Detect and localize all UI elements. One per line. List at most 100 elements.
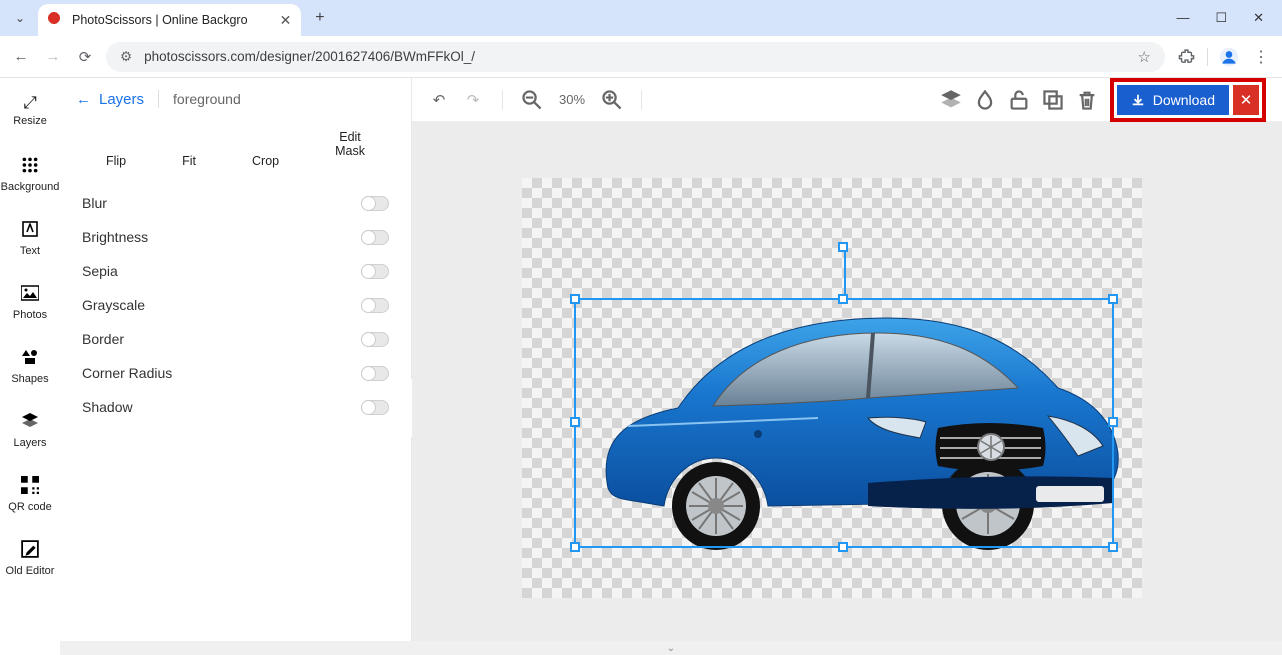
adjust-label: Corner Radius bbox=[82, 365, 172, 381]
browser-tab[interactable]: PhotoScissors | Online Backgro ✕ bbox=[38, 4, 301, 36]
rotate-handle[interactable] bbox=[838, 242, 848, 252]
selection-box[interactable] bbox=[574, 298, 1114, 548]
duplicate-icon[interactable] bbox=[1042, 89, 1064, 111]
resize-handle-bm[interactable] bbox=[838, 542, 848, 552]
edit-icon bbox=[21, 540, 39, 561]
tool-label: Fit bbox=[182, 154, 196, 168]
text-icon bbox=[21, 220, 39, 241]
tool-flip[interactable]: Flip bbox=[106, 130, 126, 168]
resize-handle-br[interactable] bbox=[1108, 542, 1118, 552]
tool-fit[interactable]: Fit bbox=[182, 130, 196, 168]
tool-edit-mask[interactable]: Edit Mask bbox=[335, 130, 365, 168]
rail-qrcode[interactable]: QR code bbox=[0, 462, 60, 526]
toolbar-divider bbox=[1207, 48, 1208, 66]
rail-label: Shapes bbox=[11, 373, 48, 385]
tab-close-button[interactable]: ✕ bbox=[280, 12, 292, 29]
toolbar-divider bbox=[502, 90, 503, 110]
profile-button[interactable] bbox=[1218, 46, 1240, 68]
tool-label: Edit Mask bbox=[335, 130, 365, 159]
clear-button[interactable]: ✕ bbox=[1233, 85, 1259, 115]
layers-toggle-icon[interactable] bbox=[940, 89, 962, 111]
resize-handle-tl[interactable] bbox=[570, 294, 580, 304]
toolbar-divider bbox=[641, 90, 642, 110]
grid-icon bbox=[21, 156, 39, 177]
canvas-toolbar: ↶ ↷ 30% bbox=[412, 78, 1282, 122]
droplet-icon[interactable] bbox=[974, 89, 996, 111]
adjust-blur: Blur bbox=[60, 186, 411, 220]
zoom-in-button[interactable] bbox=[601, 89, 623, 111]
rail-shapes[interactable]: Shapes bbox=[0, 334, 60, 398]
toggle-blur[interactable] bbox=[361, 196, 389, 211]
download-button[interactable]: Download bbox=[1117, 85, 1229, 115]
adjust-label: Sepia bbox=[82, 263, 118, 279]
adjust-label: Grayscale bbox=[82, 297, 145, 313]
tool-crop[interactable]: Crop bbox=[252, 130, 279, 168]
window-minimize-button[interactable]: — bbox=[1176, 10, 1189, 26]
resize-handle-bl[interactable] bbox=[570, 542, 580, 552]
address-bar[interactable]: ⚙ photoscissors.com/designer/2001627406/… bbox=[106, 42, 1165, 72]
rail-old-editor[interactable]: Old Editor bbox=[0, 526, 60, 590]
undo-button[interactable]: ↶ bbox=[428, 89, 450, 111]
shapes-icon bbox=[21, 348, 39, 369]
adjust-grayscale: Grayscale bbox=[60, 288, 411, 322]
bookmark-star-icon[interactable]: ☆ bbox=[1138, 48, 1151, 66]
delete-icon[interactable] bbox=[1076, 89, 1098, 111]
canvas-area[interactable] bbox=[412, 122, 1282, 655]
adjust-border: Border bbox=[60, 322, 411, 356]
window-close-button[interactable]: ✕ bbox=[1253, 10, 1264, 26]
canvas-wrap: ↶ ↷ 30% bbox=[412, 78, 1282, 655]
resize-handle-mr[interactable] bbox=[1108, 417, 1118, 427]
chevron-down-icon: ⌄ bbox=[667, 643, 675, 654]
toggle-shadow[interactable] bbox=[361, 400, 389, 415]
properties-panel: ← Layers foreground Flip Fit bbox=[60, 78, 412, 655]
resize-handle-tm[interactable] bbox=[838, 294, 848, 304]
tool-label: Crop bbox=[252, 154, 279, 168]
adjust-shadow: Shadow bbox=[60, 390, 411, 424]
rail-label: Old Editor bbox=[6, 565, 55, 577]
rail-photos[interactable]: Photos bbox=[0, 270, 60, 334]
site-settings-icon[interactable]: ⚙ bbox=[120, 49, 132, 65]
toggle-corner-radius[interactable] bbox=[361, 366, 389, 381]
url-text: photoscissors.com/designer/2001627406/BW… bbox=[144, 49, 475, 64]
rail-label: Photos bbox=[13, 309, 47, 321]
zoom-out-button[interactable] bbox=[521, 89, 543, 111]
adjust-sepia: Sepia bbox=[60, 254, 411, 288]
toggle-border[interactable] bbox=[361, 332, 389, 347]
new-tab-button[interactable]: + bbox=[315, 9, 324, 27]
adjust-label: Shadow bbox=[82, 399, 133, 415]
rail-label: Layers bbox=[13, 437, 46, 449]
toggle-grayscale[interactable] bbox=[361, 298, 389, 313]
rail-label: Resize bbox=[13, 115, 47, 127]
rail-layers[interactable]: Layers bbox=[0, 398, 60, 462]
adjust-label: Blur bbox=[82, 195, 107, 211]
extensions-icon[interactable] bbox=[1175, 46, 1197, 68]
resize-handle-tr[interactable] bbox=[1108, 294, 1118, 304]
nav-reload-button[interactable]: ⟳ bbox=[74, 46, 96, 68]
back-to-layers-button[interactable]: ← Layers bbox=[76, 91, 144, 108]
download-highlight: Download ✕ bbox=[1110, 78, 1266, 122]
nav-back-button[interactable]: ← bbox=[10, 46, 32, 68]
adjust-brightness: Brightness bbox=[60, 220, 411, 254]
photo-icon bbox=[21, 284, 39, 305]
rail-label: Background bbox=[1, 181, 60, 193]
toggle-brightness[interactable] bbox=[361, 230, 389, 245]
zoom-value[interactable]: 30% bbox=[555, 92, 589, 107]
browser-menu-button[interactable]: ⋮ bbox=[1250, 46, 1272, 68]
left-rail: ⤢ Resize Background Text Photos Shapes bbox=[0, 78, 60, 655]
rail-background[interactable]: Background bbox=[0, 142, 60, 206]
nav-forward-button[interactable]: → bbox=[42, 46, 64, 68]
window-maximize-button[interactable]: ☐ bbox=[1215, 10, 1227, 26]
unlock-icon[interactable] bbox=[1008, 89, 1030, 111]
resize-handle-ml[interactable] bbox=[570, 417, 580, 427]
redo-button[interactable]: ↷ bbox=[462, 89, 484, 111]
browser-toolbar: ← → ⟳ ⚙ photoscissors.com/designer/20016… bbox=[0, 36, 1282, 78]
bottom-scrollbar[interactable]: ⌄ bbox=[60, 641, 1282, 655]
resize-icon: ⤢ bbox=[23, 94, 37, 111]
toggle-sepia[interactable] bbox=[361, 264, 389, 279]
rail-resize[interactable]: ⤢ Resize bbox=[0, 78, 60, 142]
layers-icon bbox=[21, 412, 39, 433]
layer-name: foreground bbox=[173, 91, 241, 107]
tab-search-button[interactable]: ⌄ bbox=[10, 8, 30, 28]
qrcode-icon bbox=[21, 476, 39, 497]
rail-text[interactable]: Text bbox=[0, 206, 60, 270]
